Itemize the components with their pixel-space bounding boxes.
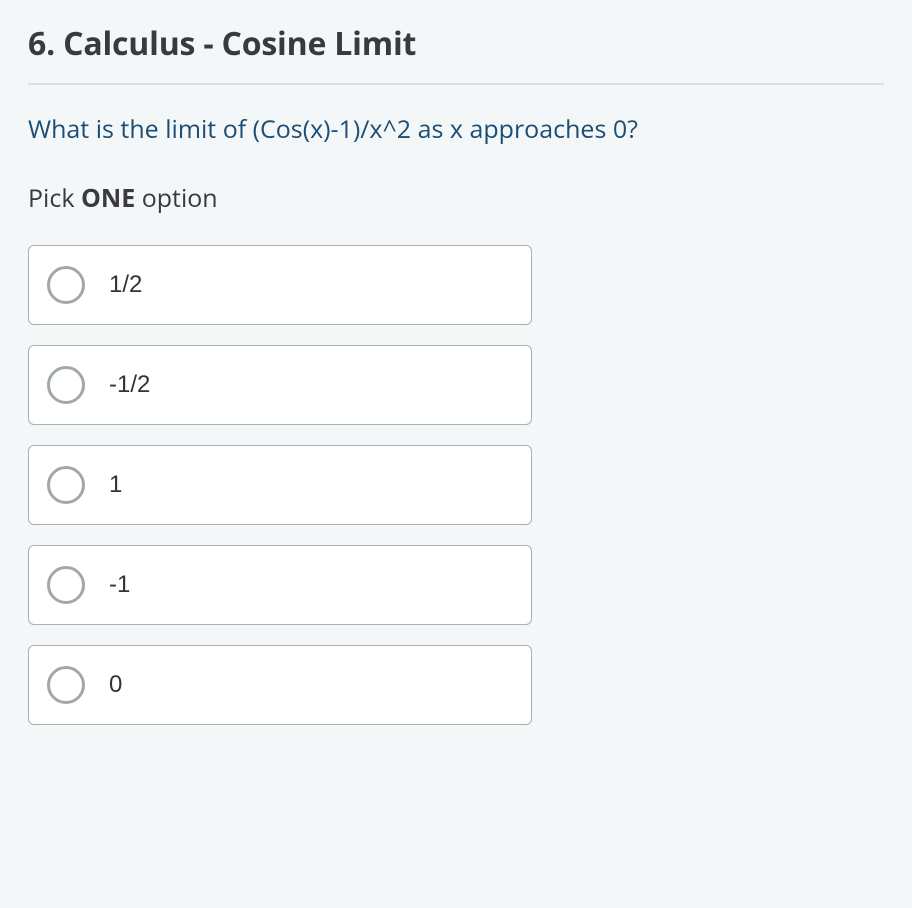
divider: [28, 83, 884, 85]
option-2[interactable]: -1/2: [28, 345, 532, 425]
radio-icon: [47, 666, 85, 704]
radio-icon: [47, 566, 85, 604]
option-4[interactable]: -1: [28, 545, 532, 625]
option-label: 1: [109, 471, 122, 499]
options-list: 1/2 -1/2 1 -1 0: [28, 245, 532, 725]
radio-icon: [47, 466, 85, 504]
option-3[interactable]: 1: [28, 445, 532, 525]
option-1[interactable]: 1/2: [28, 245, 532, 325]
option-label: -1: [109, 571, 130, 599]
radio-icon: [47, 266, 85, 304]
option-5[interactable]: 0: [28, 645, 532, 725]
question-title: 6. Calculus - Cosine Limit: [28, 22, 884, 65]
instruction-prefix: Pick: [28, 181, 81, 215]
option-label: -1/2: [109, 371, 150, 399]
option-label: 1/2: [109, 271, 142, 299]
radio-icon: [47, 366, 85, 404]
instruction-suffix: option: [135, 181, 217, 215]
question-number: 6.: [28, 22, 55, 65]
instruction-bold: ONE: [81, 181, 135, 215]
option-label: 0: [109, 671, 122, 699]
instruction-text: Pick ONE option: [28, 181, 884, 215]
question-text: What is the limit of (Cos(x)-1)/x^2 as x…: [28, 111, 884, 147]
question-title-text: Calculus - Cosine Limit: [63, 22, 416, 65]
